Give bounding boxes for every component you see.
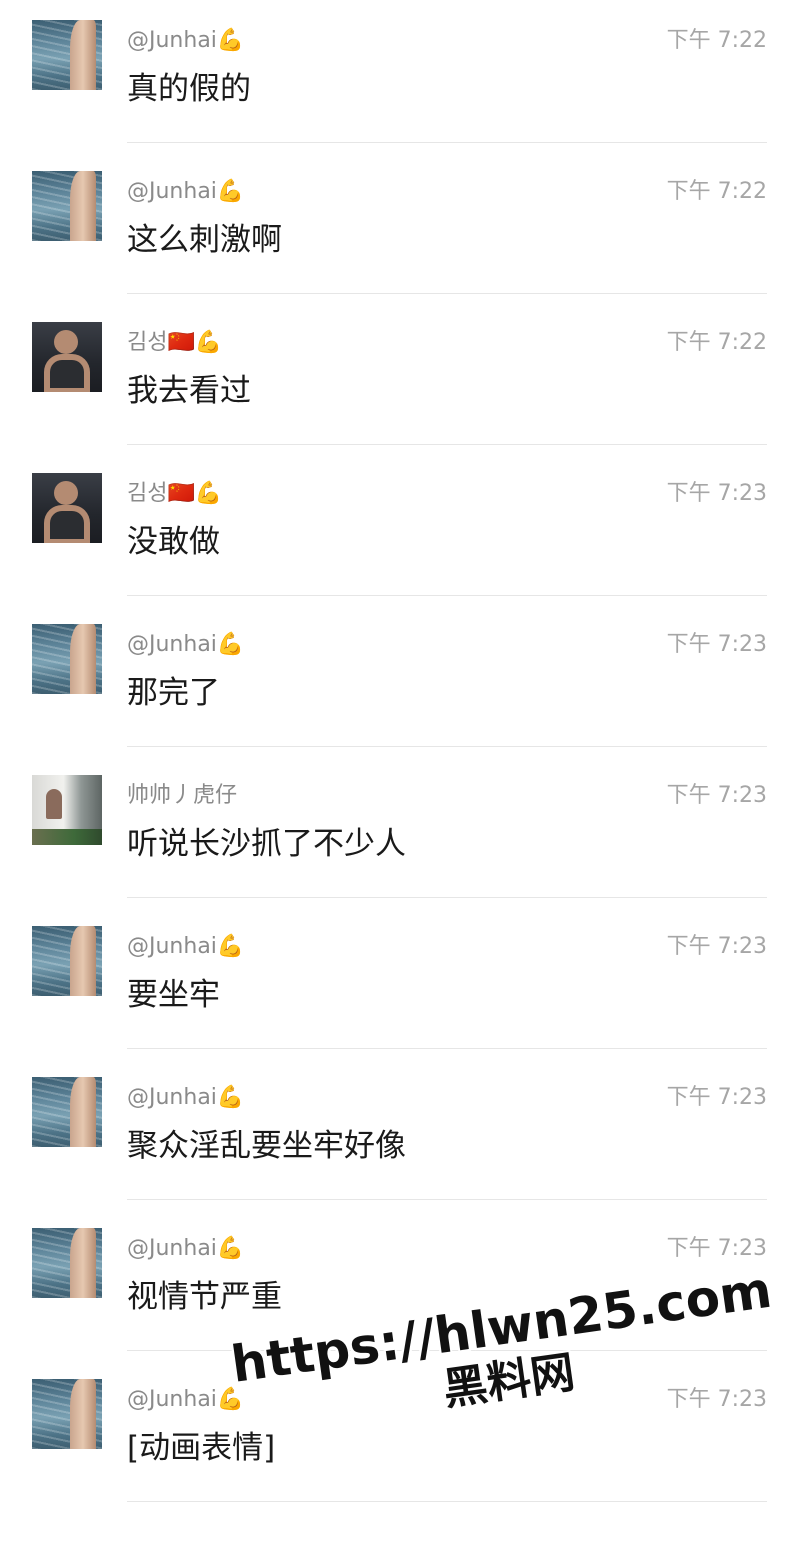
- chat-message[interactable]: 帅帅丿虎仔 下午 7:23 听说长沙抓了不少人: [0, 755, 800, 906]
- chat-message-list: @Junhai💪 下午 7:22 真的假的 @Junhai💪 下午 7:22 这…: [0, 0, 800, 1510]
- message-text: 我去看过: [127, 373, 251, 409]
- divider: [127, 595, 767, 596]
- divider: [127, 1350, 767, 1351]
- divider: [127, 1501, 767, 1502]
- message-text: 要坐牢: [127, 977, 220, 1013]
- chat-message[interactable]: @Junhai💪 下午 7:23 要坐牢: [0, 906, 800, 1057]
- avatar[interactable]: [32, 775, 102, 845]
- message-text: 视情节严重: [127, 1279, 282, 1315]
- sender-name: 帅帅丿虎仔: [127, 783, 238, 808]
- divider: [127, 1199, 767, 1200]
- avatar[interactable]: [32, 473, 102, 543]
- avatar[interactable]: [32, 926, 102, 996]
- sender-name: @Junhai💪: [127, 28, 245, 53]
- sender-name: @Junhai💪: [127, 632, 245, 657]
- avatar[interactable]: [32, 624, 102, 694]
- chat-message[interactable]: @Junhai💪 下午 7:22 真的假的: [0, 0, 800, 151]
- divider: [127, 142, 767, 143]
- message-time: 下午 7:22: [666, 179, 767, 204]
- chat-message[interactable]: 김성🇨🇳💪 下午 7:23 没敢做: [0, 453, 800, 604]
- avatar[interactable]: [32, 1228, 102, 1298]
- chat-message[interactable]: @Junhai💪 下午 7:22 这么刺激啊: [0, 151, 800, 302]
- avatar[interactable]: [32, 322, 102, 392]
- divider: [127, 746, 767, 747]
- message-time: 下午 7:23: [666, 1085, 767, 1110]
- avatar[interactable]: [32, 1379, 102, 1449]
- divider: [127, 897, 767, 898]
- message-text: 聚众淫乱要坐牢好像: [127, 1128, 406, 1164]
- message-time: 下午 7:22: [666, 28, 767, 53]
- message-time: 下午 7:23: [666, 1387, 767, 1412]
- message-text: 真的假的: [127, 71, 251, 107]
- message-time: 下午 7:23: [666, 481, 767, 506]
- message-text: 没敢做: [127, 524, 220, 560]
- sender-name: @Junhai💪: [127, 1387, 245, 1412]
- message-text: 听说长沙抓了不少人: [127, 826, 406, 862]
- chat-message[interactable]: @Junhai💪 下午 7:23 聚众淫乱要坐牢好像: [0, 1057, 800, 1208]
- message-text: 这么刺激啊: [127, 222, 282, 258]
- chat-message[interactable]: @Junhai💪 下午 7:23 视情节严重: [0, 1208, 800, 1359]
- divider: [127, 293, 767, 294]
- message-time: 下午 7:23: [666, 783, 767, 808]
- sender-name: 김성🇨🇳💪: [127, 330, 223, 355]
- message-time: 下午 7:22: [666, 330, 767, 355]
- sender-name: @Junhai💪: [127, 1236, 245, 1261]
- avatar[interactable]: [32, 171, 102, 241]
- sender-name: @Junhai💪: [127, 179, 245, 204]
- sender-name: @Junhai💪: [127, 934, 245, 959]
- sender-name: 김성🇨🇳💪: [127, 481, 223, 506]
- avatar[interactable]: [32, 20, 102, 90]
- message-time: 下午 7:23: [666, 632, 767, 657]
- message-time: 下午 7:23: [666, 1236, 767, 1261]
- avatar[interactable]: [32, 1077, 102, 1147]
- message-time: 下午 7:23: [666, 934, 767, 959]
- divider: [127, 444, 767, 445]
- chat-message[interactable]: @Junhai💪 下午 7:23 [动画表情]: [0, 1359, 800, 1510]
- chat-message[interactable]: 김성🇨🇳💪 下午 7:22 我去看过: [0, 302, 800, 453]
- sender-name: @Junhai💪: [127, 1085, 245, 1110]
- divider: [127, 1048, 767, 1049]
- chat-message[interactable]: @Junhai💪 下午 7:23 那完了: [0, 604, 800, 755]
- message-text: [动画表情]: [127, 1430, 276, 1466]
- message-text: 那完了: [127, 675, 220, 711]
